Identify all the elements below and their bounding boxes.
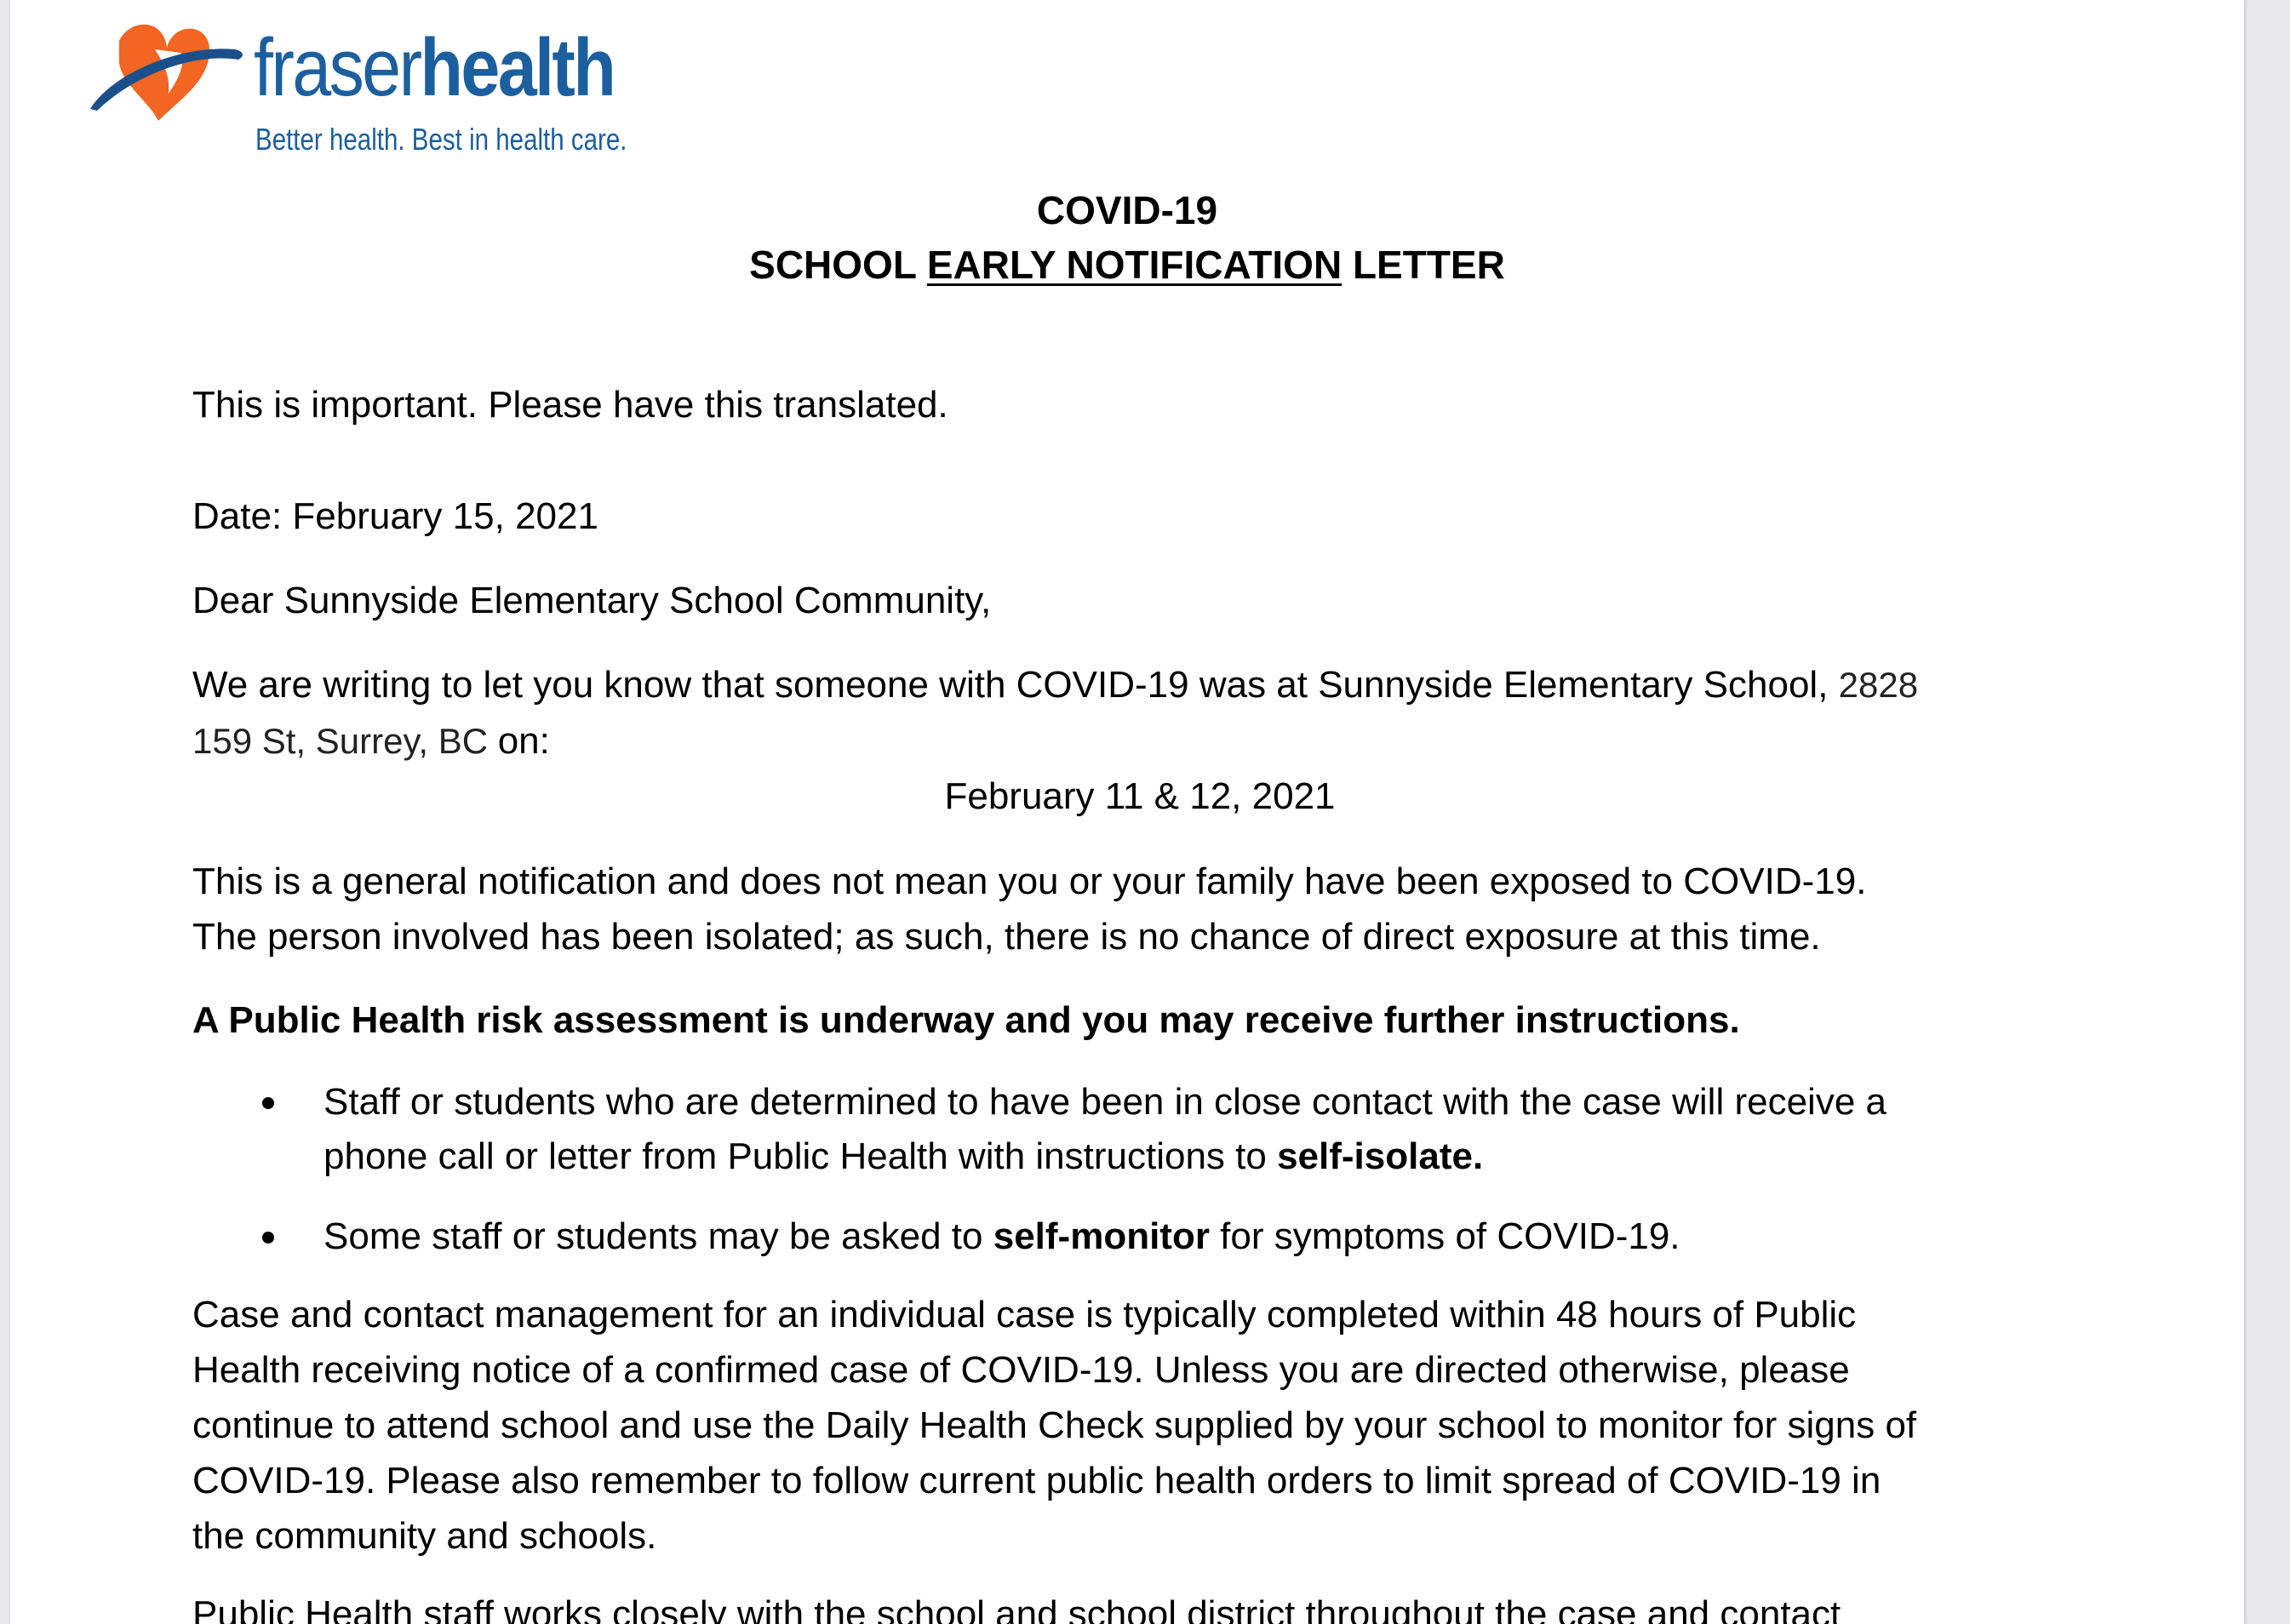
case-mgmt-line-2: Health receiving notice of a confirmed c… [192,1349,1850,1391]
title-prefix: SCHOOL [749,243,927,287]
intro-line-2: 159 St, Surrey, BC on: [192,713,550,769]
case-mgmt-line-5: the community and schools. [192,1515,657,1557]
letter-date: Date: February 15, 2021 [192,495,598,537]
brand-tagline: Better health. Best in health care. [255,122,627,157]
bullet-1-text: phone call or letter from Public Health … [323,1135,1278,1177]
general-line-2: The person involved has been isolated; a… [192,916,1821,958]
brand-bold: health [420,22,616,113]
bullet-1-dot [262,1097,274,1109]
title-line-1: COVID-19 [1036,188,1218,232]
title-line-2: SCHOOL EARLY NOTIFICATION LETTER [10,245,2244,284]
general-line-1: This is a general notification and does … [192,861,1867,902]
brand-light: fraser [254,22,422,113]
letter-greeting: Dear Sunnyside Elementary School Communi… [192,580,992,621]
bullet-1-line-1: Staff or students who are determined to … [323,1081,1886,1123]
case-mgmt-line-4: COVID-19. Please also remember to follow… [192,1460,1881,1501]
heart-swoosh-icon [90,24,243,121]
brand-name: fraserhealth [254,27,616,109]
case-mgmt-line-3: continue to attend school and use the Da… [192,1404,1917,1446]
closing-partial-line: Public Health staff works closely with t… [192,1593,1841,1624]
address-part-1: 2828 [1838,665,1919,705]
bullet-2-bold: self-monitor [993,1215,1210,1257]
title-underlined: EARLY NOTIFICATION [926,243,1343,287]
bullet-2-dot [262,1232,274,1244]
bullet-2-text-post: for symptoms of COVID-19. [1209,1215,1680,1257]
risk-assessment: A Public Health risk assessment is under… [192,992,1740,1049]
bullet-2-text-pre: Some staff or students may be asked to [323,1215,993,1257]
exposure-dates: February 11 & 12, 2021 [944,775,1336,817]
bullet-2: Some staff or students may be asked to s… [323,1209,1680,1264]
bullet-1-line-2: phone call or letter from Public Health … [323,1129,1483,1184]
intro-line-1: We are writing to let you know that some… [192,657,1918,713]
letter-page: fraserhealth Better health. Best in heal… [10,0,2244,1624]
translate-note: This is important. Please have this tran… [192,384,948,426]
risk-assessment-bold: A Public Health risk assessment is under… [192,999,1740,1041]
title-suffix: LETTER [1342,243,1505,287]
intro-on: on: [497,720,550,762]
address-part-2: 159 St, Surrey, BC [192,721,498,761]
intro-text: We are writing to let you know that some… [192,664,1839,706]
fraser-health-logo: fraserhealth Better health. Best in heal… [85,15,630,169]
bullet-1-bold: self-isolate. [1277,1135,1484,1177]
case-mgmt-line-1: Case and contact management for an indiv… [192,1294,1857,1335]
